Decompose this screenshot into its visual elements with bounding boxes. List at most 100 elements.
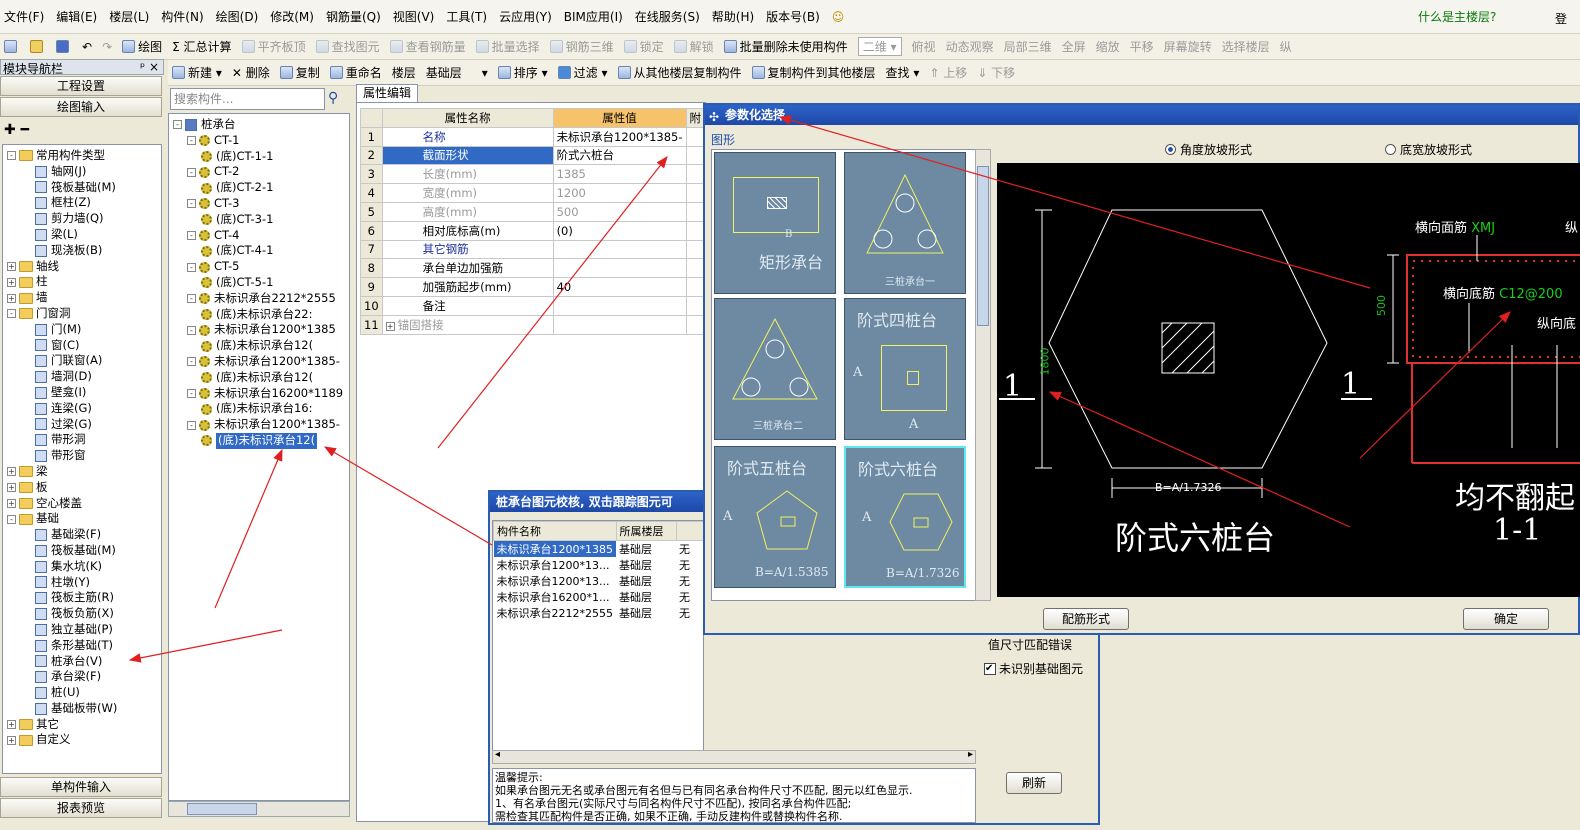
tree-node[interactable]: (底)CT-5-1 [169,275,349,291]
tree-node[interactable]: - 未标识承台16200*1189 [169,386,349,402]
undo-icon[interactable]: ↶ [82,40,92,54]
copy-to-floor-button[interactable]: 复制构件到其他楼层 [751,64,876,81]
screen-rotate-button[interactable]: 屏幕旋转 [1164,38,1212,55]
property-row[interactable]: 5 高度(mm) 500 [360,201,705,222]
local-3d-button[interactable]: 局部三维 [1004,38,1052,55]
rename-button[interactable]: 重命名 [329,64,382,81]
collapse-icon[interactable]: - [7,151,16,161]
menu-item[interactable]: 文件(F) [4,8,44,25]
fullscreen-button[interactable]: 全屏 [1062,38,1086,55]
ok-button[interactable]: 确定 [1463,608,1549,630]
rebar-form-button[interactable]: 配筋形式 [1043,608,1129,630]
tree-node[interactable]: 独立基础(P) [3,622,161,638]
zoom-button[interactable]: 缩放 [1096,38,1120,55]
tree-node[interactable]: - 桩承台 [169,117,349,133]
tree-node[interactable]: 门联窗(A) [3,353,161,369]
property-row[interactable]: 8 承台单边加强筋 [360,258,705,279]
menu-item[interactable]: 版本号(B) [766,8,820,25]
top-view-button[interactable]: 俯视 [912,38,936,55]
dynamic-view-button[interactable]: 动态观察 [946,38,994,55]
menu-item[interactable]: 绘图(D) [216,8,259,25]
tree-node[interactable]: - CT-4 [169,228,349,244]
tree-node[interactable]: (底)未标识承台12( [169,370,349,386]
pan-button[interactable]: 平移 [1130,38,1154,55]
tree-node[interactable]: 轴网(J) [3,164,161,180]
property-row[interactable]: 9 加强筋起步(mm) 40 [360,277,705,297]
tree-node[interactable]: (底)未标识承台12( [169,338,349,354]
tree-node[interactable]: - 基础 [3,511,161,527]
tree-node[interactable]: + 墙 [3,290,161,306]
thumb-four-pile[interactable]: 阶式四桩台 A A [844,298,966,440]
expand-icon[interactable]: + [7,483,16,493]
expand-collapse-icon[interactable]: ✚ ━ [4,122,29,138]
property-value[interactable] [552,258,687,279]
open-file-icon[interactable] [30,40,46,53]
tree-node[interactable]: 门(M) [3,322,161,338]
component-tree-scrollbar[interactable] [168,801,350,817]
tree-node[interactable]: + 自定义 [3,732,161,748]
tree-node[interactable]: 带形窗 [3,448,161,464]
thumb-three-pile-1[interactable]: 三桩承台一 [844,152,966,294]
check-row[interactable]: 未标识承台1200*13... 基础层 无 [494,573,704,589]
tree-node[interactable]: 集水坑(K) [3,559,161,575]
thumb-list-scrollbar[interactable] [975,149,991,601]
property-value[interactable]: 阶式六桩台 [552,145,687,166]
radio-bottom-width-slope[interactable]: 底宽放坡形式 [1385,141,1472,158]
project-settings-button[interactable]: 工程设置 [0,76,162,96]
property-value[interactable] [552,314,687,335]
unlock-button[interactable]: 解锁 [673,38,714,55]
thumb-three-pile-2[interactable]: 三桩承台二 [714,298,836,440]
view-rebar-button[interactable]: 查看钢筋量 [389,38,466,55]
property-value[interactable]: (0) [552,220,687,241]
menu-item[interactable]: 修改(M) [270,8,314,25]
tree-node[interactable]: 柱墩(Y) [3,575,161,591]
new-file-icon[interactable] [4,40,20,53]
copy-from-floor-button[interactable]: 从其他楼层复制构件 [617,64,742,81]
tree-node[interactable]: 承台梁(F) [3,669,161,685]
tree-node[interactable]: - 门窗洞 [3,306,161,322]
menu-item[interactable]: BIM应用(I) [564,8,623,25]
redo-icon[interactable]: ↷ [102,40,112,54]
draw-button[interactable]: 绘图 [122,38,162,55]
menu-item[interactable]: 工具(T) [446,8,487,25]
property-row[interactable]: 7 其它钢筋 [360,239,705,260]
rebar-3d-button[interactable]: 钢筋三维 [549,38,614,55]
tree-node[interactable]: 连梁(G) [3,401,161,417]
delete-button[interactable]: ✕ 删除 [232,64,270,81]
expand-icon[interactable]: + [7,261,16,271]
copy-button[interactable]: 复制 [279,64,320,81]
radio-checked-icon[interactable] [1165,144,1176,155]
single-component-input-button[interactable]: 单构件输入 [0,777,162,797]
property-row[interactable]: 4 宽度(mm) 1200 [360,183,705,203]
collapse-icon[interactable]: - [187,388,196,398]
tree-node[interactable]: 框柱(Z) [3,195,161,211]
tree-node[interactable]: (底)CT-1-1 [169,149,349,165]
property-value[interactable] [552,295,687,316]
expand-icon[interactable]: + [7,720,16,730]
check-row[interactable]: 未标识承台16200*1... 基础层 无 [494,589,704,605]
tree-node[interactable]: - 常用构件类型 [3,148,161,164]
tree-node[interactable]: + 板 [3,480,161,496]
floor-select[interactable]: 基础层 ▾ [426,64,488,81]
tree-node[interactable]: 墙洞(D) [3,369,161,385]
collapse-icon[interactable]: - [7,309,16,319]
main-floor-hint-link[interactable]: 什么是主楼层? [1418,8,1496,25]
collapse-icon[interactable]: - [187,167,196,177]
menu-item[interactable]: 视图(V) [393,8,435,25]
sum-calc-button[interactable]: Σ 汇总计算 [172,38,231,55]
batch-select-button[interactable]: 批量选择 [475,38,540,55]
search-button[interactable]: 查找 ▾ [886,64,920,81]
radio-unchecked-icon[interactable] [1385,144,1396,155]
expand-icon[interactable]: + [7,293,16,303]
sort-button[interactable]: 排序 ▾ [497,64,548,81]
menu-item[interactable]: 帮助(H) [712,8,754,25]
tree-node[interactable]: 筏板负筋(X) [3,606,161,622]
tree-node[interactable]: - 未标识承台2212*2555 [169,291,349,307]
unidentified-checkbox[interactable]: ✔ 未识别基础图元 [984,660,1083,677]
tree-node[interactable]: + 轴线 [3,259,161,275]
move-up-button[interactable]: ⇑ 上移 [929,64,967,81]
tree-node[interactable]: 现浇板(B) [3,243,161,259]
tree-node[interactable]: 过梁(G) [3,417,161,433]
tree-node[interactable]: (底)CT-2-1 [169,180,349,196]
tree-node[interactable]: + 梁 [3,464,161,480]
